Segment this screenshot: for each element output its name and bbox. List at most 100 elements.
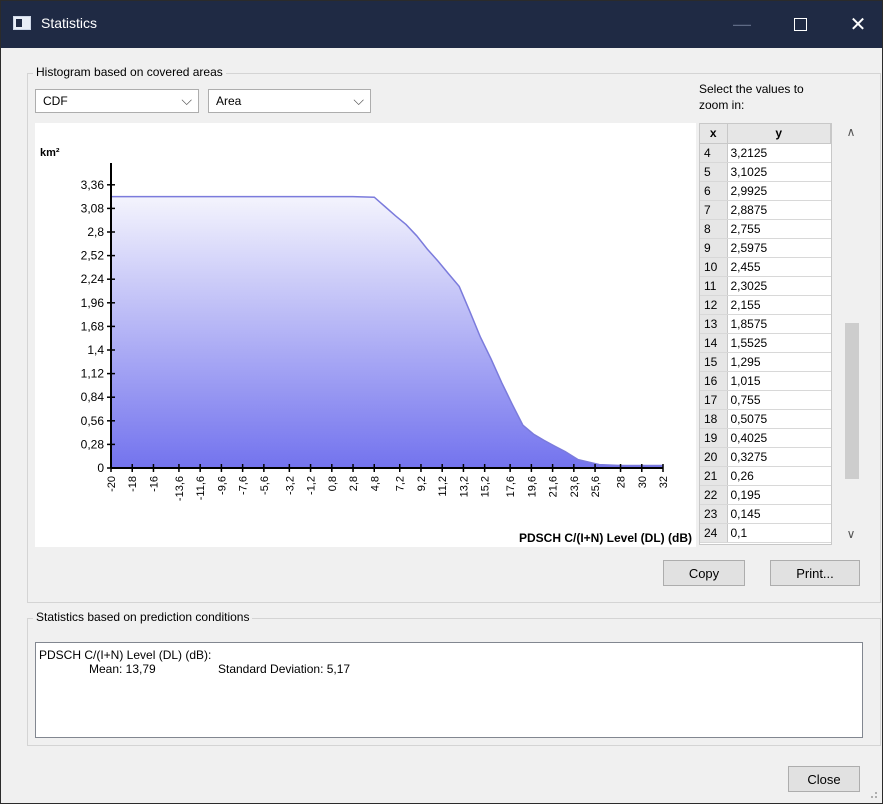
- table-scrollbar[interactable]: ∧ ∨: [840, 123, 862, 549]
- cell-y[interactable]: 1,295: [727, 352, 831, 372]
- table-row[interactable]: 19 0,4025: [700, 428, 831, 448]
- cell-y[interactable]: 0,145: [727, 504, 831, 524]
- cell-x[interactable]: 6: [700, 181, 728, 201]
- table-row[interactable]: 5 3,1025: [700, 162, 831, 182]
- table-row[interactable]: 4 3,2125: [700, 143, 831, 163]
- maximize-button[interactable]: [777, 1, 823, 48]
- close-window-button[interactable]: ✕: [835, 1, 881, 48]
- column-header-x[interactable]: x: [700, 124, 728, 144]
- cell-x[interactable]: 4: [700, 143, 728, 163]
- cell-x[interactable]: 21: [700, 466, 728, 486]
- cell-x[interactable]: 8: [700, 219, 728, 239]
- cell-x[interactable]: 23: [700, 504, 728, 524]
- cell-x[interactable]: 10: [700, 257, 728, 277]
- table-row[interactable]: 24 0,1: [700, 523, 831, 543]
- x-tick-label: 23,6: [569, 476, 581, 497]
- table-row[interactable]: 18 0,5075: [700, 409, 831, 429]
- table-row[interactable]: 13 1,8575: [700, 314, 831, 334]
- resize-grip-icon[interactable]: [868, 789, 878, 799]
- distribution-type-select[interactable]: CDF ⌵: [35, 89, 199, 113]
- cdf-chart-svg: km² 0 0,28 0,56 0,84 1,12 1,4 1,68 1,96 2,24 2,52 2…: [40, 147, 692, 545]
- table-row[interactable]: 21 0,26: [700, 466, 831, 486]
- cell-x[interactable]: 20: [700, 447, 728, 467]
- cell-y[interactable]: 0,26: [727, 466, 831, 486]
- cell-y[interactable]: 2,155: [727, 295, 831, 315]
- cell-y[interactable]: 0,755: [727, 390, 831, 410]
- print-button[interactable]: Print...: [770, 560, 860, 586]
- cell-x[interactable]: 15: [700, 352, 728, 372]
- cell-y[interactable]: 2,8875: [727, 200, 831, 220]
- x-tick-label: 19,6: [526, 476, 538, 497]
- scroll-thumb[interactable]: [845, 323, 859, 479]
- cell-y[interactable]: 1,8575: [727, 314, 831, 334]
- table-row[interactable]: 15 1,295: [700, 352, 831, 372]
- cell-y[interactable]: 0,3275: [727, 447, 831, 467]
- table-row[interactable]: 20 0,3275: [700, 447, 831, 467]
- table-row[interactable]: 16 1,015: [700, 371, 831, 391]
- cell-x[interactable]: 14: [700, 333, 728, 353]
- x-tick-label: -7,6: [238, 476, 250, 495]
- cell-y[interactable]: 0,195: [727, 485, 831, 505]
- x-tick-label: 21,6: [548, 476, 560, 497]
- cell-x[interactable]: 12: [700, 295, 728, 315]
- x-axis-label: PDSCH C/(I+N) Level (DL) (dB): [519, 531, 692, 545]
- measure-select[interactable]: Area ⌵: [208, 89, 371, 113]
- cell-y[interactable]: 2,3025: [727, 276, 831, 296]
- zoom-instructions: Select the values to zoom in:: [699, 81, 849, 113]
- minimize-button[interactable]: —: [719, 1, 765, 48]
- cell-x[interactable]: 22: [700, 485, 728, 505]
- scroll-up-icon[interactable]: ∧: [840, 125, 862, 145]
- x-tick-label: 28: [616, 476, 628, 488]
- table-row[interactable]: 6 2,9925: [700, 181, 831, 201]
- cell-y[interactable]: 2,9925: [727, 181, 831, 201]
- table-row[interactable]: 9 2,5975: [700, 238, 831, 258]
- table-row[interactable]: 14 1,5525: [700, 333, 831, 353]
- cdf-chart[interactable]: km² 0 0,28 0,56 0,84 1,12 1,4 1,68 1,96 2,24 2,52 2…: [35, 123, 696, 547]
- cell-y[interactable]: 0,5075: [727, 409, 831, 429]
- cell-x[interactable]: 16: [700, 371, 728, 391]
- x-tick-label: 25,6: [590, 476, 602, 497]
- y-tick-label: 2,24: [81, 272, 105, 286]
- cell-x[interactable]: 13: [700, 314, 728, 334]
- cell-x[interactable]: 24: [700, 523, 728, 543]
- cell-y[interactable]: 1,015: [727, 371, 831, 391]
- table-row[interactable]: 23 0,145: [700, 504, 831, 524]
- x-tick-label: -9,6: [216, 476, 228, 495]
- close-button[interactable]: Close: [788, 766, 860, 792]
- maximize-icon: [793, 18, 807, 31]
- cell-x[interactable]: 11: [700, 276, 728, 296]
- y-tick-label: 0: [97, 461, 104, 475]
- scroll-down-icon[interactable]: ∨: [840, 527, 862, 547]
- cell-y[interactable]: 2,455: [727, 257, 831, 277]
- cell-x[interactable]: 17: [700, 390, 728, 410]
- column-header-y[interactable]: y: [727, 124, 831, 144]
- y-tick-label: 0,28: [81, 437, 105, 451]
- cell-x[interactable]: 9: [700, 238, 728, 258]
- cell-y[interactable]: 1,5525: [727, 333, 831, 353]
- table-row[interactable]: 8 2,755: [700, 219, 831, 239]
- table-row[interactable]: 10 2,455: [700, 257, 831, 277]
- title-bar[interactable]: Statistics — ✕: [1, 1, 882, 48]
- table-row[interactable]: 17 0,755: [700, 390, 831, 410]
- cell-y[interactable]: 3,2125: [727, 143, 831, 163]
- cell-x[interactable]: 5: [700, 162, 728, 182]
- cell-x[interactable]: 7: [700, 200, 728, 220]
- x-tick-label: 4,8: [369, 476, 381, 491]
- table-row[interactable]: 22 0,195: [700, 485, 831, 505]
- x-tick-label: -20: [106, 476, 118, 492]
- cell-y[interactable]: 2,755: [727, 219, 831, 239]
- cell-x[interactable]: 19: [700, 428, 728, 448]
- table-row[interactable]: 11 2,3025: [700, 276, 831, 296]
- cell-y[interactable]: 0,4025: [727, 428, 831, 448]
- table-row[interactable]: 7 2,8875: [700, 200, 831, 220]
- cell-y[interactable]: 0,1: [727, 523, 831, 543]
- cell-y[interactable]: 2,5975: [727, 238, 831, 258]
- zoom-label-line1: Select the values to: [699, 82, 804, 96]
- cell-x[interactable]: 18: [700, 409, 728, 429]
- zoom-values-table[interactable]: x y 4 3,2125 5 3,1025 6 2,9925 7 2,8875 8 2,755 9 2…: [699, 123, 832, 545]
- table-row[interactable]: 12 2,155: [700, 295, 831, 315]
- y-tick-label: 1,96: [81, 296, 105, 310]
- statistics-output[interactable]: PDSCH C/(I+N) Level (DL) (dB): Mean: 13,…: [35, 642, 863, 738]
- copy-button[interactable]: Copy: [663, 560, 745, 586]
- cell-y[interactable]: 3,1025: [727, 162, 831, 182]
